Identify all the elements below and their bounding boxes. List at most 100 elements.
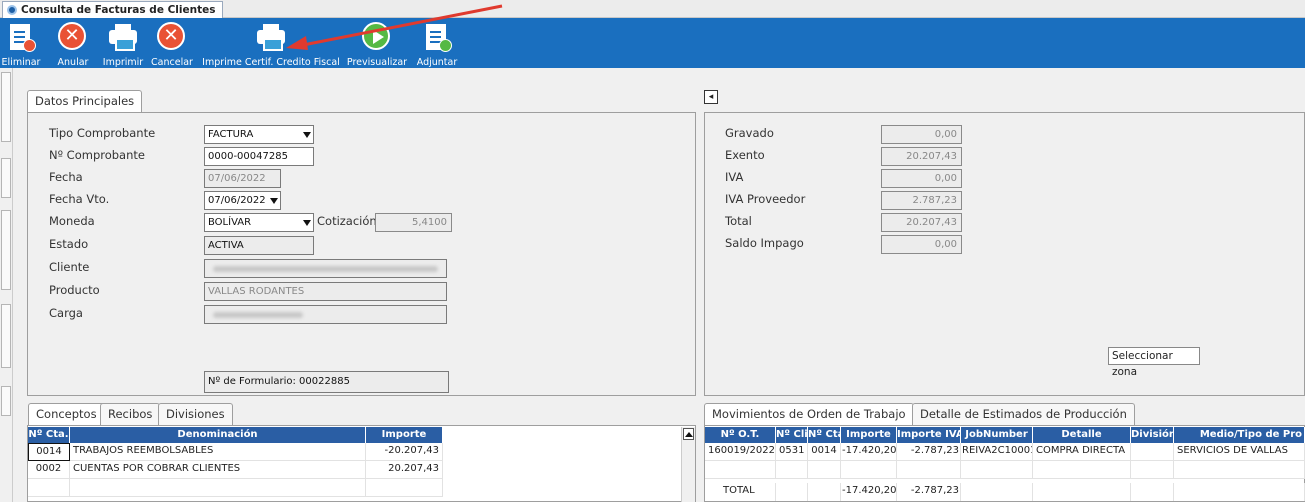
total-label: Total bbox=[725, 214, 752, 228]
column-header[interactable]: Nº O.T. bbox=[705, 427, 776, 443]
division-cell bbox=[1131, 443, 1174, 461]
tipo-comprobante-label: Tipo Comprobante bbox=[49, 126, 156, 140]
fecha-field[interactable]: 07/06/2022 bbox=[204, 169, 281, 188]
empty-cell bbox=[1174, 483, 1305, 501]
empty-cell bbox=[1174, 461, 1305, 479]
estado-label: Estado bbox=[49, 237, 89, 251]
column-header[interactable]: Medio/Tipo de Pro bbox=[1174, 427, 1305, 443]
side-tab[interactable] bbox=[1, 304, 11, 368]
previsualizar-label: Previsualizar bbox=[346, 57, 408, 68]
column-header[interactable]: División bbox=[1131, 427, 1174, 443]
fecha-vto-value: 07/06/2022 bbox=[208, 195, 266, 206]
cta-cell[interactable]: 0014 bbox=[28, 443, 70, 461]
anular-label: Anular bbox=[57, 57, 89, 68]
producto-field[interactable]: VALLAS RODANTES bbox=[204, 282, 447, 301]
carga-label: Carga bbox=[49, 306, 83, 320]
table-row[interactable]: 0014 TRABAJOS REEMBOLSABLES -20.207,43 bbox=[28, 443, 443, 461]
total-importe-iva-cell: -2.787,23 bbox=[897, 483, 961, 501]
side-tab[interactable] bbox=[1, 158, 11, 198]
tab-detalle-estimados[interactable]: Detalle de Estimados de Producción bbox=[912, 403, 1135, 425]
imprime-certif-label: Imprime Certif. Credito Fiscal bbox=[202, 57, 340, 68]
scroll-up-button[interactable] bbox=[683, 428, 694, 440]
empty-cell bbox=[776, 483, 808, 501]
cli-cell: 0531 bbox=[776, 443, 808, 461]
table-row[interactable]: 0002 CUENTAS POR COBRAR CLIENTES 20.207,… bbox=[28, 461, 443, 479]
column-header[interactable]: Denominación bbox=[70, 427, 366, 443]
side-tab[interactable] bbox=[1, 386, 11, 416]
imprimir-label: Imprimir bbox=[102, 57, 144, 68]
adjuntar-label: Adjuntar bbox=[416, 57, 458, 68]
side-tab[interactable] bbox=[1, 72, 11, 142]
imprimir-button[interactable]: Imprimir bbox=[100, 18, 146, 68]
tipo-comprobante-select[interactable]: FACTURA bbox=[204, 125, 314, 144]
column-header[interactable]: JobNumber bbox=[961, 427, 1033, 443]
column-header[interactable]: Importe bbox=[366, 427, 443, 443]
ot-cell: 160019/2022 bbox=[705, 443, 776, 461]
saldo-impago-field[interactable]: 0,00 bbox=[881, 235, 962, 254]
empty-cell bbox=[961, 461, 1033, 479]
carga-field[interactable] bbox=[204, 305, 447, 324]
table-row bbox=[28, 479, 443, 497]
medio-cell: SERVICIOS DE VALLAS bbox=[1174, 443, 1305, 461]
seleccionar-zona-tooltip: Seleccionar zona bbox=[1108, 347, 1200, 378]
delete-document-icon bbox=[6, 22, 36, 52]
iva-field[interactable]: 0,00 bbox=[881, 169, 962, 188]
column-header[interactable]: Detalle bbox=[1033, 427, 1131, 443]
empty-cell bbox=[776, 461, 808, 479]
exento-field[interactable]: 20.207,43 bbox=[881, 147, 962, 166]
moneda-select[interactable]: BOLÍVAR bbox=[204, 213, 314, 232]
anular-button[interactable]: ✕ Anular bbox=[54, 18, 92, 68]
fecha-vto-select[interactable]: 07/06/2022 bbox=[204, 191, 281, 210]
importe-iva-cell: -2.787,23 bbox=[897, 443, 961, 461]
empty-cell bbox=[961, 483, 1033, 501]
nro-comprobante-label: Nº Comprobante bbox=[49, 148, 145, 162]
denominacion-cell: CUENTAS POR COBRAR CLIENTES bbox=[70, 461, 366, 479]
printer-icon bbox=[108, 22, 138, 52]
empty-cell bbox=[808, 461, 841, 479]
jobnumber-cell: REIVA2C10001 bbox=[961, 443, 1033, 461]
eliminar-button[interactable]: Eliminar bbox=[2, 18, 40, 68]
toolbar: Eliminar ✕ Anular Imprimir ✕ Cancelar Im… bbox=[0, 18, 1305, 68]
column-header[interactable]: Nº Cta bbox=[808, 427, 841, 443]
column-header[interactable]: Nº Cli bbox=[776, 427, 808, 443]
window-tab[interactable]: Consulta de Facturas de Clientes bbox=[2, 1, 223, 18]
tab-conceptos[interactable]: Conceptos bbox=[28, 403, 105, 425]
side-panel-strip bbox=[0, 68, 13, 502]
tab-recibos[interactable]: Recibos bbox=[100, 403, 161, 425]
nro-comprobante-field[interactable]: 0000-00047285 bbox=[204, 147, 314, 166]
cancelar-button[interactable]: ✕ Cancelar bbox=[150, 18, 194, 68]
iva-proveedor-field[interactable]: 2.787,23 bbox=[881, 191, 962, 210]
fecha-vto-label: Fecha Vto. bbox=[49, 192, 110, 206]
producto-label: Producto bbox=[49, 283, 100, 297]
table-row[interactable]: 160019/2022 0531 0014 -17.420,20 -2.787,… bbox=[705, 443, 1305, 461]
eliminar-label: Eliminar bbox=[1, 57, 41, 68]
redacted-client-value bbox=[213, 266, 438, 272]
total-field[interactable]: 20.207,43 bbox=[881, 213, 962, 232]
gravado-label: Gravado bbox=[725, 126, 774, 140]
chevron-up-icon bbox=[685, 432, 693, 437]
column-header[interactable]: Nº Cta. bbox=[28, 427, 70, 443]
collapse-button[interactable]: ◂ bbox=[704, 90, 718, 104]
estado-field[interactable]: ACTIVA bbox=[204, 236, 314, 255]
tab-datos-principales[interactable]: Datos Principales bbox=[27, 90, 143, 113]
chevron-down-icon bbox=[303, 220, 311, 226]
cotizacion-field[interactable]: 5,4100 bbox=[375, 213, 452, 232]
tab-movimientos-ot[interactable]: Movimientos de Orden de Trabajo bbox=[704, 403, 914, 425]
side-tab[interactable] bbox=[1, 210, 11, 290]
conceptos-grid-header: Nº Cta. Denominación Importe bbox=[28, 427, 443, 443]
empty-cell bbox=[28, 479, 70, 497]
cancelar-label: Cancelar bbox=[151, 57, 193, 68]
gravado-field[interactable]: 0,00 bbox=[881, 125, 962, 144]
importe-cell: -17.420,20 bbox=[841, 443, 897, 461]
exento-label: Exento bbox=[725, 148, 765, 162]
vertical-scrollbar[interactable] bbox=[681, 427, 695, 502]
tipo-comprobante-value: FACTURA bbox=[208, 129, 254, 140]
fecha-label: Fecha bbox=[49, 170, 83, 184]
movimientos-grid-header: Nº O.T. Nº Cli Nº Cta Importe Importe IV… bbox=[705, 427, 1305, 443]
column-header[interactable]: Importe IVA bbox=[897, 427, 961, 443]
importe-cell: 20.207,43 bbox=[366, 461, 443, 479]
chevron-down-icon bbox=[303, 132, 311, 138]
column-header[interactable]: Importe bbox=[841, 427, 897, 443]
cliente-field[interactable] bbox=[204, 259, 447, 278]
tab-divisiones[interactable]: Divisiones bbox=[158, 403, 233, 425]
